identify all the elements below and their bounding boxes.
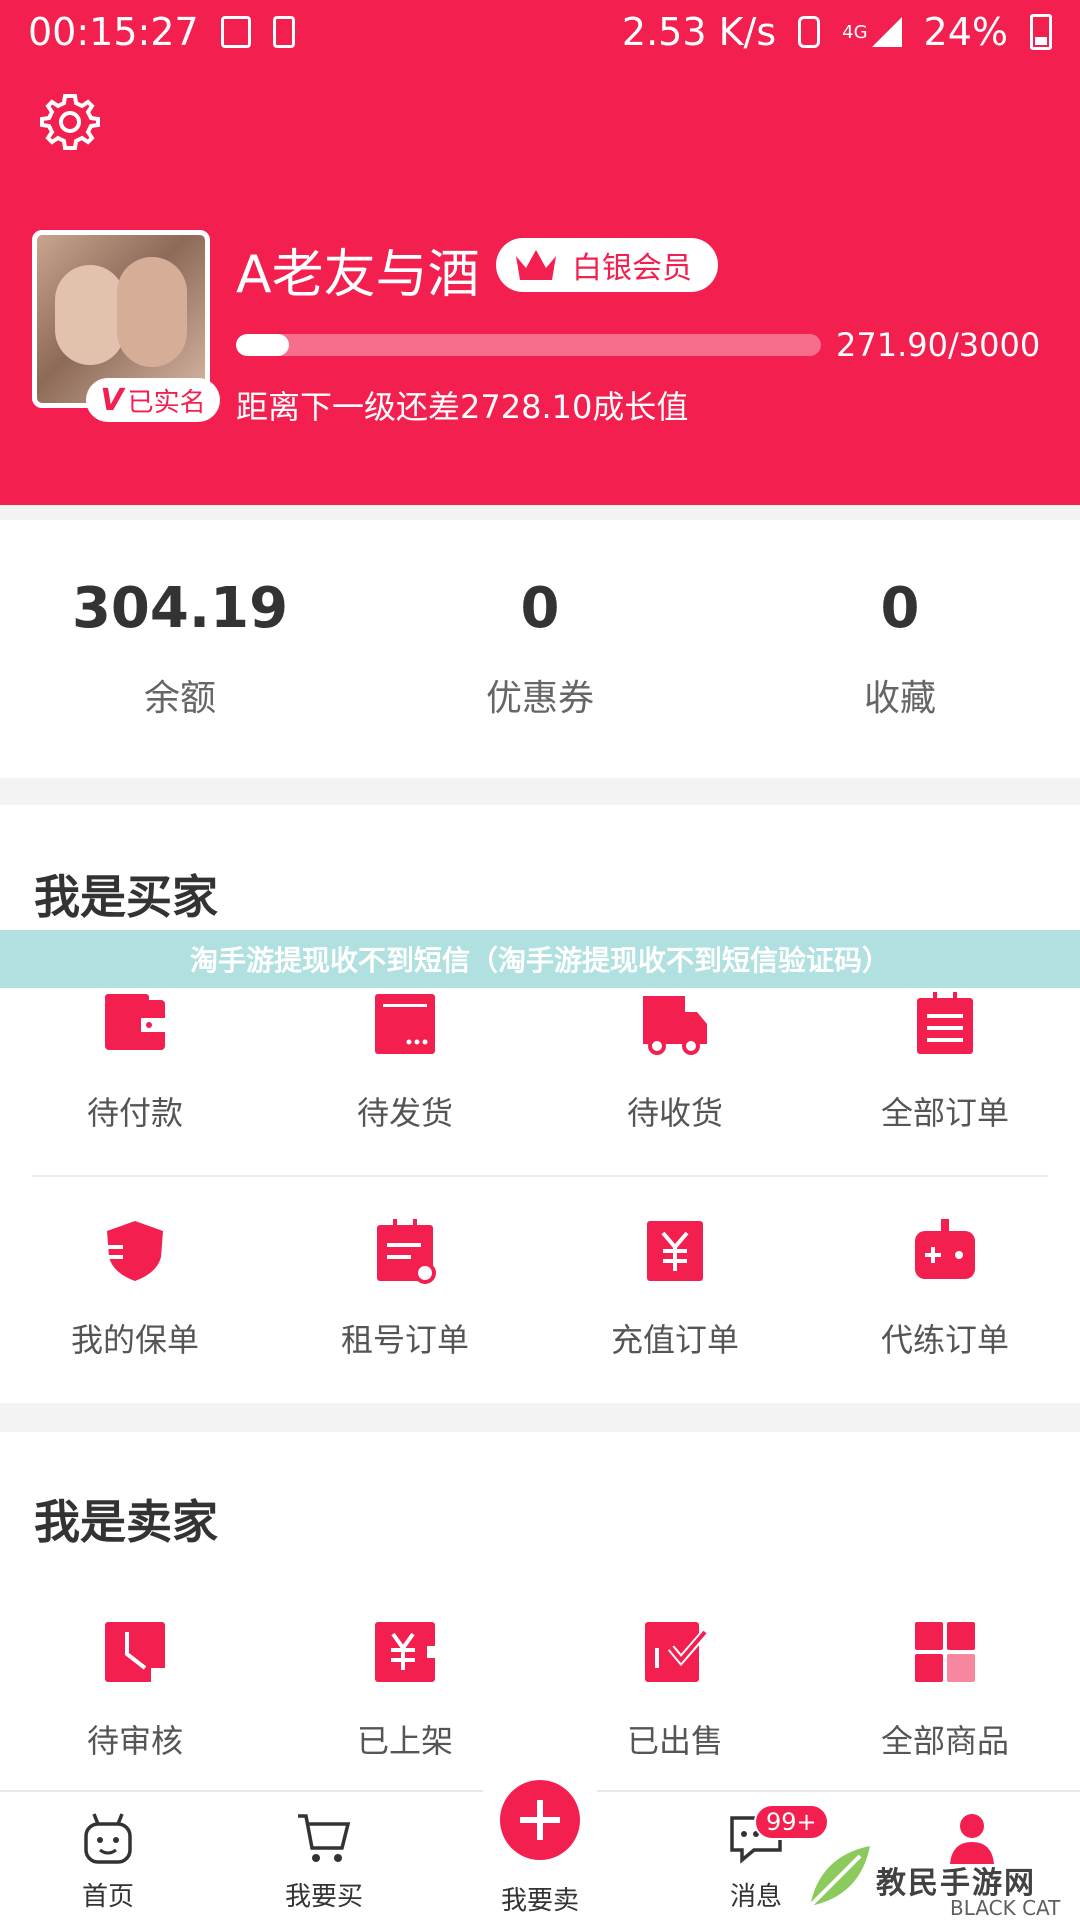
yen-tag-icon: [375, 1622, 435, 1682]
nav-buy[interactable]: 我要买: [216, 1792, 432, 1920]
grid-item-pending-review[interactable]: 待审核: [0, 1618, 270, 1762]
robot-home-icon: [84, 1813, 132, 1864]
site-watermark: 教民手游网 BLACK CAT: [800, 1796, 1080, 1920]
grid-item-pending-payment[interactable]: 待付款: [0, 990, 270, 1134]
download-notification-icon: [272, 16, 295, 48]
next-level-text: 距离下一级还差2728.10成长值: [236, 388, 689, 426]
sell-button[interactable]: [500, 1780, 580, 1860]
sold-check-icon: [645, 1622, 709, 1682]
plus-icon: [520, 1800, 560, 1840]
sell-button-label: 我要卖: [500, 1886, 579, 1916]
grid-item-sold[interactable]: 已出售: [540, 1618, 810, 1762]
nav-label: 消息: [729, 1882, 782, 1912]
stat-value: 0: [880, 576, 920, 641]
growth-progress-text: 271.90/3000: [836, 326, 1041, 364]
grid-item-label: 待收货: [626, 1094, 723, 1132]
rent-order-icon: [377, 1219, 436, 1284]
grid-item-pending-receipt[interactable]: 待收货: [540, 990, 810, 1134]
username: A老友与酒: [236, 245, 480, 305]
verified-badge: V 已实名: [86, 378, 220, 422]
article-title-banner: 淘手游提现收不到短信（淘手游提现收不到短信验证码）: [0, 930, 1080, 988]
stat-coupons[interactable]: 0 优惠券: [360, 520, 720, 778]
growth-progress-fill: [236, 334, 289, 356]
grid-item-boosting-orders[interactable]: 代练订单: [810, 1217, 1080, 1361]
growth-progress-bar: [236, 334, 821, 356]
package-icon: [375, 994, 435, 1054]
seller-row-1: 待审核 已上架 已出售 全部商品: [0, 1618, 1080, 1762]
recharge-icon: [647, 1221, 703, 1281]
grid-item-pending-shipment[interactable]: 待发货: [270, 990, 540, 1134]
vibrate-icon: [798, 16, 821, 48]
settings-gear-icon[interactable]: [40, 92, 100, 152]
nav-home[interactable]: 首页: [0, 1792, 216, 1920]
buyer-section-title: 我是买家: [34, 870, 218, 924]
grid-item-label: 待审核: [86, 1722, 183, 1760]
watermark-subtext: BLACK CAT: [950, 1896, 1061, 1920]
battery-icon: [1030, 14, 1052, 50]
buyer-row-1: 待付款 待发货 待收货 全部订单: [0, 990, 1080, 1134]
stat-label: 余额: [143, 678, 216, 719]
grid-item-recharge-orders[interactable]: 充值订单: [540, 1217, 810, 1361]
grid-item-my-insurance[interactable]: 我的保单: [0, 1217, 270, 1361]
grid-item-rent-orders[interactable]: 租号订单: [270, 1217, 540, 1361]
buyer-row-2: 我的保单 租号订单 充值订单 代练订单: [0, 1217, 1080, 1361]
stat-favorites[interactable]: 0 收藏: [720, 520, 1080, 778]
leaf-logo-icon: [808, 1846, 870, 1908]
grid-item-label: 全部商品: [880, 1722, 1009, 1760]
grid-icon: [915, 1622, 975, 1682]
nav-label: 首页: [81, 1882, 134, 1912]
grid-item-label: 我的保单: [70, 1321, 199, 1359]
network-type: 4G: [842, 21, 868, 43]
status-bar: 00:15:27 2.53 K/s 4G 24%: [0, 0, 1080, 64]
nav-label: 我要买: [284, 1882, 363, 1912]
stat-balance[interactable]: 304.19 余额: [0, 520, 360, 778]
stat-label: 收藏: [863, 678, 936, 719]
grid-item-label: 待发货: [356, 1094, 453, 1132]
grid-item-label: 已出售: [626, 1722, 723, 1760]
stat-value: 0: [520, 576, 560, 641]
network-speed: 2.53 K/s: [621, 10, 777, 54]
battery-percent: 24%: [923, 10, 1008, 54]
grid-item-listed[interactable]: 已上架: [270, 1618, 540, 1762]
grid-item-all-products[interactable]: 全部商品: [810, 1618, 1080, 1762]
grid-item-label: 已上架: [356, 1722, 453, 1760]
order-list-icon: [917, 992, 973, 1054]
status-time: 00:15:27: [28, 10, 199, 54]
grid-item-all-orders[interactable]: 全部订单: [810, 990, 1080, 1134]
grid-item-label: 代练订单: [880, 1321, 1009, 1359]
grid-item-label: 充值订单: [610, 1321, 739, 1359]
account-stats: 304.19 余额 0 优惠券 0 收藏: [0, 520, 1080, 778]
crown-icon: [516, 250, 556, 280]
grid-item-label: 待付款: [86, 1094, 183, 1132]
gamepad-icon: [915, 1219, 975, 1279]
row-divider: [32, 1175, 1048, 1177]
cart-icon: [298, 1814, 351, 1862]
wallet-icon: [105, 994, 165, 1050]
seller-section: 我是卖家 待审核 已上架 已出售 全部商品: [0, 1432, 1080, 1792]
buyer-section: 我是买家 待付款 待发货 待收货 全部订单 我的保单 租号订单 充值订单 代练订…: [0, 805, 1080, 1403]
vip-badge[interactable]: 白银会员: [496, 238, 718, 292]
profile-header: 00:15:27 2.53 K/s 4G 24% V 已实名 A老友与酒 白银会…: [0, 0, 1080, 505]
clock-icon: [105, 1622, 165, 1682]
grid-item-label: 全部订单: [880, 1094, 1009, 1132]
truck-icon: [643, 996, 707, 1055]
stat-value: 304.19: [71, 576, 289, 641]
signal-icon: [871, 17, 902, 47]
gallery-notification-icon: [220, 16, 251, 48]
stat-label: 优惠券: [485, 678, 594, 719]
shield-icon: [103, 1221, 163, 1281]
seller-section-title: 我是卖家: [34, 1495, 218, 1549]
grid-item-label: 租号订单: [340, 1321, 469, 1359]
